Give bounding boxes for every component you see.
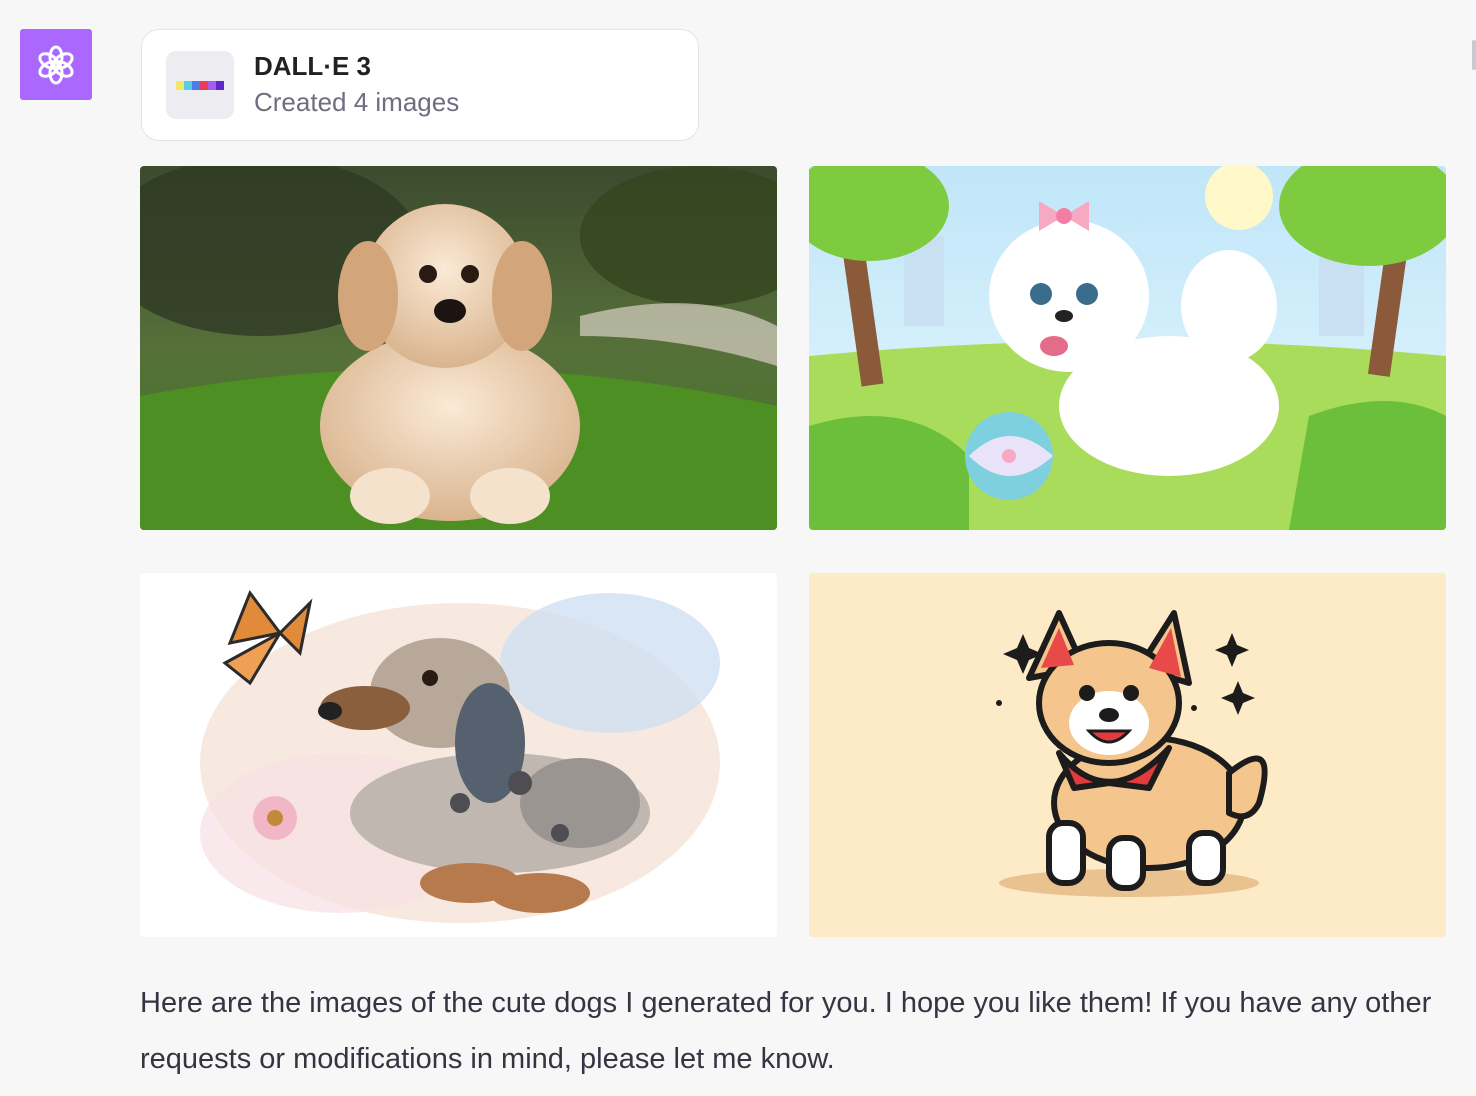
cartoon-corgi-bandana-icon — [809, 573, 1446, 937]
scrollbar-thumb[interactable] — [1472, 40, 1476, 70]
generated-image-2[interactable] — [809, 166, 1446, 530]
assistant-message: Here are the images of the cute dogs I g… — [140, 987, 1432, 1075]
tool-subtitle: Created 4 images — [254, 87, 460, 117]
assistant-avatar — [20, 29, 92, 100]
openai-logo-icon — [38, 45, 74, 84]
dalle-thumbnail — [166, 51, 234, 119]
generated-image-3[interactable] — [140, 573, 777, 937]
color-stripe-icon — [176, 80, 224, 90]
dalle-tool-card[interactable]: DALL·E 3 Created 4 images — [141, 29, 699, 141]
cartoon-white-pomeranian-icon — [809, 166, 1446, 530]
watercolor-dachshund-butterfly-icon — [140, 573, 777, 937]
generated-image-4[interactable] — [809, 573, 1446, 937]
generated-image-1[interactable] — [140, 166, 777, 530]
tool-title: DALL·E 3 — [254, 51, 371, 81]
photo-golden-puppy-icon — [140, 166, 777, 530]
